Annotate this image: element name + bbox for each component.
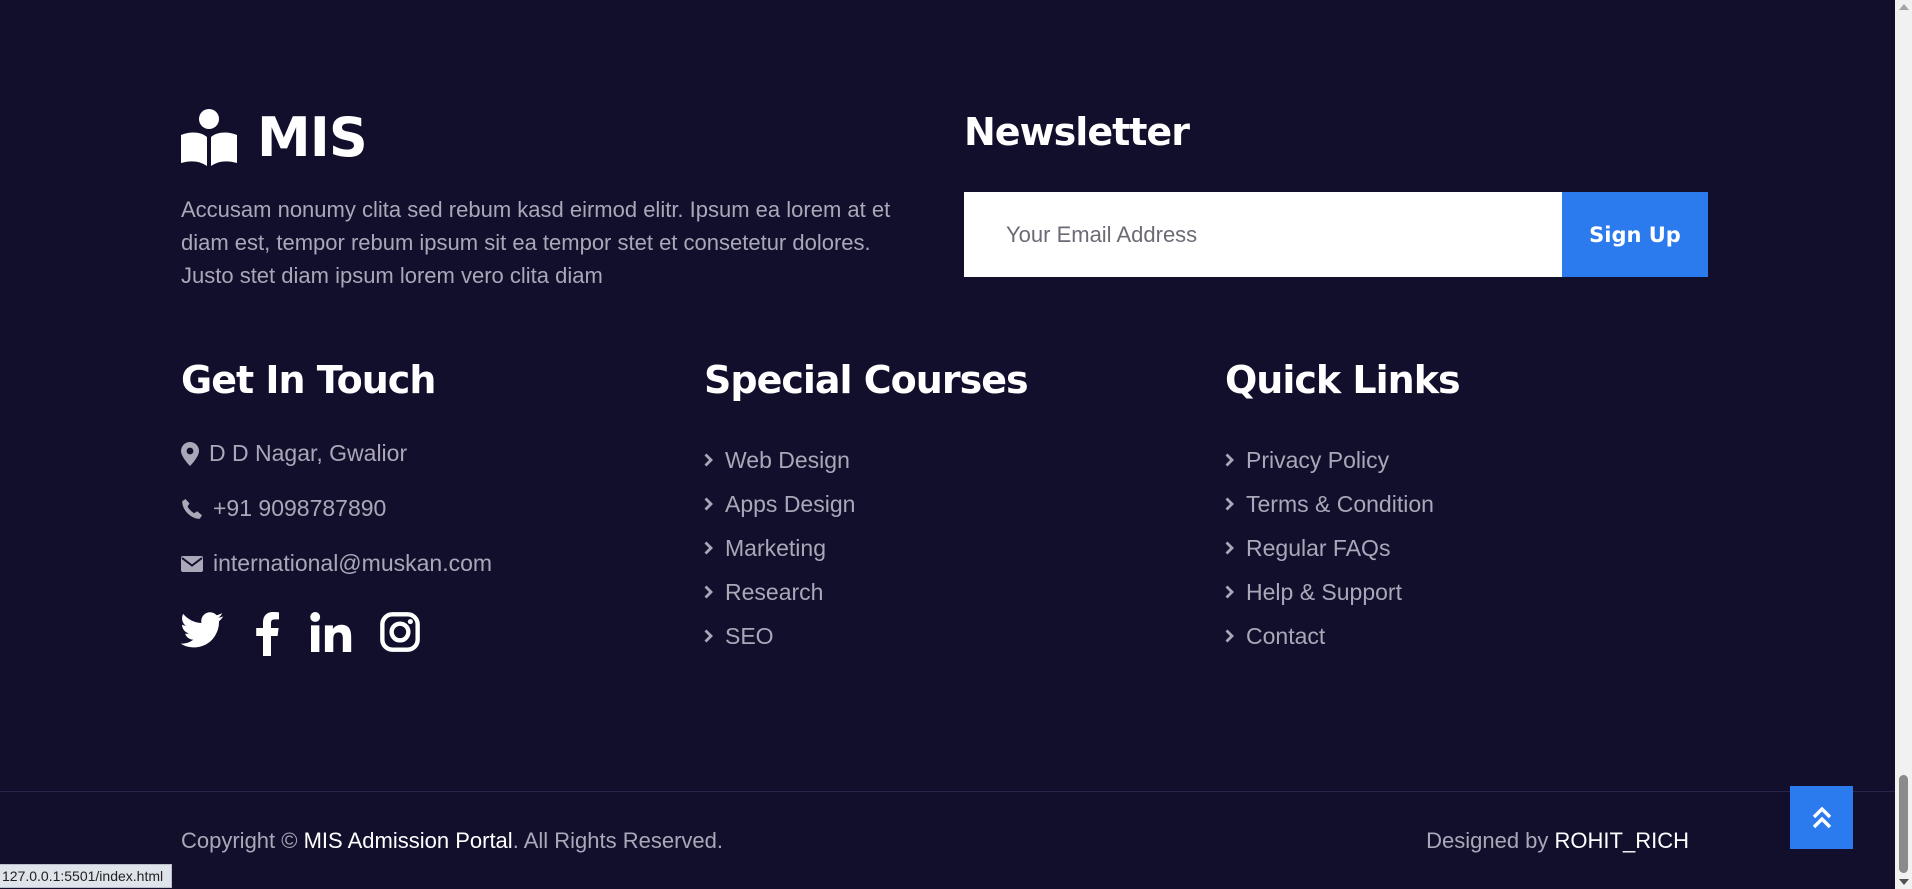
copyright-prefix: Copyright ©: [181, 828, 298, 853]
newsletter-title: Newsletter: [964, 110, 1190, 154]
back-to-top-button[interactable]: [1790, 786, 1853, 849]
chevron-right-icon: [1225, 585, 1234, 599]
scrollbar-thumb[interactable]: [1899, 775, 1908, 873]
chevron-right-icon: [704, 541, 713, 555]
phone-text: +91 9098787890: [213, 495, 387, 521]
designed-by-label: Designed by: [1426, 828, 1549, 853]
footer-section: MIS Accusam nonumy clita sed rebum kasd …: [0, 0, 1895, 889]
chevron-right-icon: [1225, 497, 1234, 511]
address-text: D D Nagar, Gwalior: [209, 440, 408, 466]
course-link[interactable]: SEO: [704, 614, 855, 658]
footer-divider: [0, 791, 1895, 792]
chevron-right-icon: [704, 453, 713, 467]
envelope-icon: [181, 555, 203, 572]
twitter-icon[interactable]: [180, 612, 224, 661]
designer-link[interactable]: ROHIT_RICH: [1555, 828, 1689, 853]
copyright: Copyright © MIS Admission Portal. All Ri…: [181, 828, 723, 854]
book-reader-icon: [181, 109, 237, 166]
contact-address: D D Nagar, Gwalior: [181, 440, 407, 467]
quick-link[interactable]: Terms & Condition: [1225, 482, 1434, 526]
portal-link[interactable]: MIS Admission Portal: [304, 828, 513, 853]
chevron-right-icon: [1225, 453, 1234, 467]
newsletter-form: Sign Up: [964, 192, 1708, 277]
course-link[interactable]: Apps Design: [704, 482, 855, 526]
linkedin-icon[interactable]: [310, 612, 352, 661]
phone-icon: [182, 498, 202, 519]
browser-status-bar: 127.0.0.1:5501/index.html: [0, 864, 173, 888]
map-marker-icon: [181, 441, 199, 466]
sign-up-button[interactable]: Sign Up: [1562, 192, 1708, 277]
quick-link[interactable]: Privacy Policy: [1225, 438, 1434, 482]
quick-link[interactable]: Contact: [1225, 614, 1434, 658]
courses-list: Web Design Apps Design Marketing Researc…: [704, 438, 855, 658]
contact-title: Get In Touch: [181, 358, 436, 402]
email-input[interactable]: [964, 192, 1562, 277]
instagram-icon[interactable]: [380, 612, 420, 661]
chevron-right-icon: [704, 497, 713, 511]
designed-by: Designed by ROHIT_RICH: [1426, 828, 1689, 854]
chevron-right-icon: [1225, 541, 1234, 555]
scroll-down-arrow-icon[interactable]: [1899, 879, 1909, 885]
course-link[interactable]: Web Design: [704, 438, 855, 482]
quick-link[interactable]: Help & Support: [1225, 570, 1434, 614]
email-text[interactable]: international@muskan.com: [213, 550, 492, 577]
quick-link[interactable]: Regular FAQs: [1225, 526, 1434, 570]
brand-name: MIS: [257, 106, 368, 169]
quick-links-list: Privacy Policy Terms & Condition Regular…: [1225, 438, 1434, 658]
facebook-icon[interactable]: [252, 612, 282, 661]
page-scrollbar[interactable]: [1895, 0, 1912, 889]
chevron-right-icon: [704, 629, 713, 643]
chevron-right-icon: [704, 585, 713, 599]
courses-title: Special Courses: [704, 358, 1029, 402]
double-chevron-up-icon: [1812, 806, 1831, 828]
course-link[interactable]: Research: [704, 570, 855, 614]
social-links: [180, 612, 448, 661]
chevron-right-icon: [1225, 629, 1234, 643]
scroll-up-arrow-icon[interactable]: [1899, 4, 1909, 10]
copyright-suffix: . All Rights Reserved.: [512, 828, 723, 853]
brand[interactable]: MIS: [181, 106, 368, 169]
contact-email: international@muskan.com: [181, 550, 492, 577]
contact-phone: +91 9098787890: [181, 495, 386, 522]
course-link[interactable]: Marketing: [704, 526, 855, 570]
about-text: Accusam nonumy clita sed rebum kasd eirm…: [181, 197, 891, 288]
quick-links-title: Quick Links: [1225, 358, 1461, 402]
